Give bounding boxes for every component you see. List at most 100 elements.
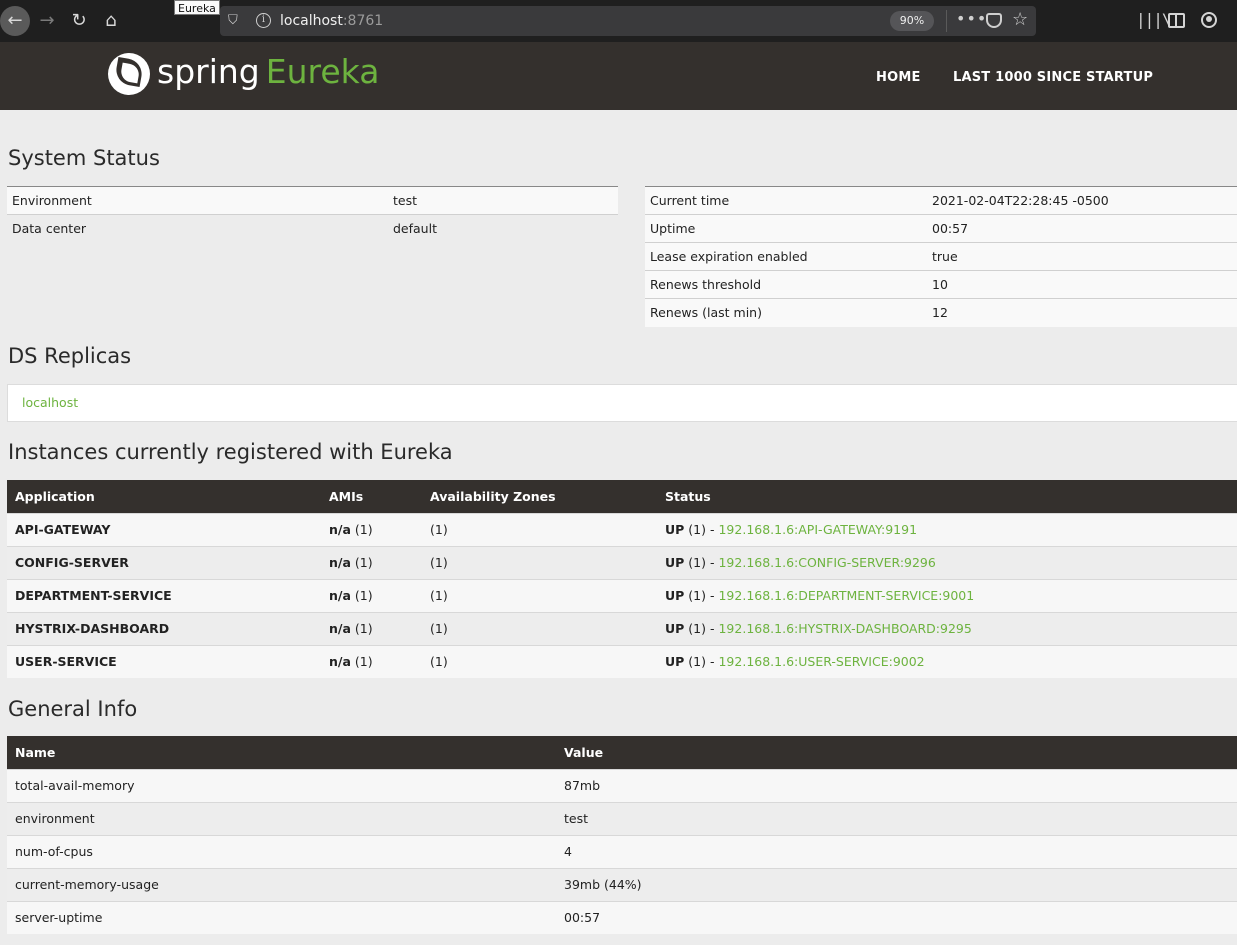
status-count: (1) -	[688, 654, 715, 670]
ami-count: (1)	[354, 588, 373, 603]
ami-value: n/a	[329, 621, 351, 636]
ami-count: (1)	[354, 522, 373, 537]
ami-value: n/a	[329, 654, 351, 670]
table-row: CONFIG-SERVER n/a (1) (1) UP (1) - 192.1…	[7, 545, 1237, 579]
status-value: 00:57	[927, 214, 1237, 243]
url-bar[interactable]: ⛉ i localhost:8761 90% ••• ☆	[220, 6, 1036, 36]
table-row: Data center default	[7, 214, 618, 243]
instance-app-name: HYSTRIX-DASHBOARD	[7, 611, 321, 645]
library-icon[interactable]: |||\	[1136, 10, 1172, 29]
table-row: server-uptime 00:57	[7, 900, 1237, 934]
instance-link[interactable]: 192.168.1.6:DEPARTMENT-SERVICE:9001	[718, 588, 974, 603]
ami-count: (1)	[354, 621, 373, 636]
spring-eureka-logo[interactable]: spring Eureka	[157, 52, 379, 91]
instance-status: UP (1) - 192.168.1.6:CONFIG-SERVER:9296	[657, 545, 1237, 579]
column-header-name: Name	[7, 736, 556, 769]
spring-leaf-logo-icon[interactable]	[108, 53, 150, 95]
table-row: USER-SERVICE n/a (1) (1) UP (1) - 192.16…	[7, 644, 1237, 678]
replicas-list: localhost	[7, 384, 1237, 422]
eureka-navbar: spring Eureka HOME LAST 1000 SINCE STARTU…	[0, 42, 1237, 110]
status-value: default	[388, 214, 618, 243]
ami-value: n/a	[329, 555, 351, 570]
status-count: (1) -	[688, 522, 715, 537]
logo-eureka-text: Eureka	[265, 52, 380, 91]
ds-replicas-heading: DS Replicas	[8, 344, 132, 368]
info-name: current-memory-usage	[7, 867, 556, 901]
reload-icon[interactable]: ↻	[64, 6, 94, 36]
table-row: current-memory-usage 39mb (44%)	[7, 867, 1237, 901]
instance-status: UP (1) - 192.168.1.6:API-GATEWAY:9191	[657, 512, 1237, 546]
table-row: Lease expiration enabled true	[645, 242, 1237, 271]
status-label: Environment	[7, 186, 388, 215]
instance-zones: (1)	[422, 578, 657, 612]
back-arrow-icon[interactable]: ←	[0, 6, 30, 36]
pocket-icon[interactable]	[986, 13, 1002, 28]
table-row: Renews threshold 10	[645, 270, 1237, 299]
info-value: 00:57	[556, 900, 1237, 934]
system-status-heading: System Status	[8, 146, 160, 170]
table-row: num-of-cpus 4	[7, 834, 1237, 868]
instance-status: UP (1) - 192.168.1.6:USER-SERVICE:9002	[657, 644, 1237, 678]
instance-app-name: USER-SERVICE	[7, 644, 321, 678]
status-value: 2021-02-04T22:28:45 -0500	[927, 186, 1237, 215]
account-icon[interactable]	[1201, 12, 1217, 28]
table-row: Uptime 00:57	[645, 214, 1237, 243]
url-port: :8761	[342, 13, 384, 29]
instance-link[interactable]: 192.168.1.6:HYSTRIX-DASHBOARD:9295	[718, 621, 971, 636]
status-up: UP	[665, 522, 685, 537]
status-label: Data center	[7, 214, 388, 243]
instance-app-name: DEPARTMENT-SERVICE	[7, 578, 321, 612]
status-label: Uptime	[645, 214, 927, 243]
instance-link[interactable]: 192.168.1.6:USER-SERVICE:9002	[718, 654, 924, 669]
table-header-row: Application AMIs Availability Zones Stat…	[7, 480, 1237, 513]
status-value: 12	[927, 298, 1237, 327]
table-row: HYSTRIX-DASHBOARD n/a (1) (1) UP (1) - 1…	[7, 611, 1237, 645]
general-info-heading: General Info	[8, 697, 138, 721]
status-count: (1) -	[688, 621, 715, 636]
page-actions-more-icon[interactable]: •••	[956, 9, 987, 28]
table-row: DEPARTMENT-SERVICE n/a (1) (1) UP (1) - …	[7, 578, 1237, 612]
column-header-application: Application	[7, 480, 321, 513]
home-icon[interactable]: ⌂	[96, 6, 126, 36]
status-count: (1) -	[688, 555, 715, 570]
table-row: Renews (last min) 12	[645, 298, 1237, 327]
status-up: UP	[665, 654, 685, 670]
url-text[interactable]: localhost:8761	[280, 13, 383, 29]
column-header-value: Value	[556, 736, 1237, 769]
column-header-status: Status	[657, 480, 1237, 513]
instance-amis: n/a (1)	[321, 545, 422, 579]
instance-link[interactable]: 192.168.1.6:CONFIG-SERVER:9296	[718, 555, 935, 570]
ami-count: (1)	[354, 654, 373, 670]
site-info-icon[interactable]: i	[256, 13, 271, 28]
instance-link[interactable]: 192.168.1.6:API-GATEWAY:9191	[718, 522, 917, 537]
table-row: total-avail-memory 87mb	[7, 768, 1237, 802]
forward-arrow-icon[interactable]: →	[32, 6, 62, 36]
logo-spring-text: spring	[157, 52, 260, 91]
column-header-amis: AMIs	[321, 480, 422, 513]
zoom-level-badge[interactable]: 90%	[890, 11, 934, 31]
instances-table: Application AMIs Availability Zones Stat…	[7, 480, 1237, 678]
replica-link-localhost[interactable]: localhost	[22, 395, 78, 410]
info-name: environment	[7, 801, 556, 835]
info-name: total-avail-memory	[7, 768, 556, 802]
nav-home-link[interactable]: HOME	[876, 70, 921, 85]
general-info-table: Name Value total-avail-memory 87mb envir…	[7, 736, 1237, 934]
browser-toolbar: ← → ↻ ⌂ Eureka ⛉ i localhost:8761 90% ••…	[0, 0, 1237, 42]
instance-amis: n/a (1)	[321, 644, 422, 678]
status-value: test	[388, 186, 618, 215]
info-value: test	[556, 801, 1237, 835]
ami-value: n/a	[329, 588, 351, 603]
nav-last-1000-link[interactable]: LAST 1000 SINCE STARTUP	[953, 70, 1153, 85]
info-value: 87mb	[556, 768, 1237, 802]
url-host: localhost	[280, 13, 343, 29]
bookmark-star-icon[interactable]: ☆	[1012, 9, 1028, 30]
status-up: UP	[665, 555, 685, 570]
info-value: 39mb (44%)	[556, 867, 1237, 901]
status-value: true	[927, 242, 1237, 271]
instance-app-name: CONFIG-SERVER	[7, 545, 321, 579]
table-row: Current time 2021-02-04T22:28:45 -0500	[645, 186, 1237, 215]
table-row: API-GATEWAY n/a (1) (1) UP (1) - 192.168…	[7, 512, 1237, 546]
sidebar-icon[interactable]	[1168, 13, 1185, 28]
status-value: 10	[927, 270, 1237, 299]
tracking-shield-icon[interactable]: ⛉	[228, 13, 242, 29]
